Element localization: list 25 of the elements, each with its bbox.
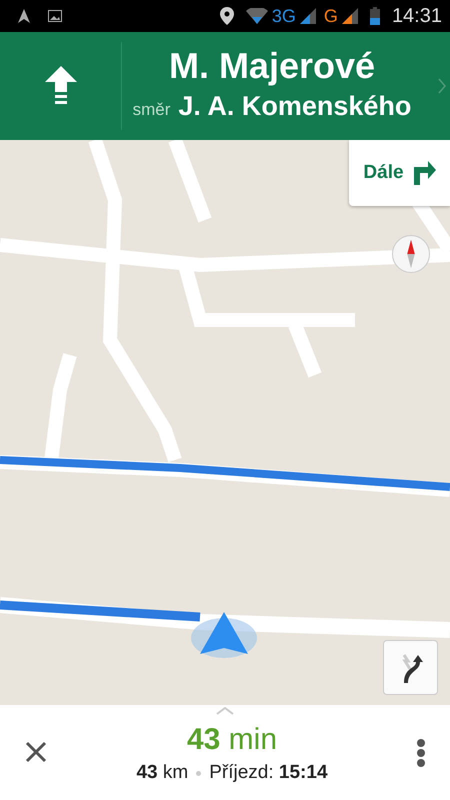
arrival-time: Příjezd: 15:14	[209, 761, 328, 786]
separator-dot	[196, 771, 202, 776]
network-type: 3G	[272, 4, 296, 28]
direction-label: směr	[132, 98, 170, 121]
trip-distance: 43 km	[136, 761, 188, 786]
close-button[interactable]	[24, 740, 48, 765]
right-turn-arrow-icon	[412, 161, 436, 185]
location-pin-icon	[220, 7, 234, 25]
street-name: M. Majerové	[168, 46, 376, 86]
signal-icon	[300, 8, 316, 24]
next-step-label: Dále	[363, 160, 404, 185]
network-type: G	[324, 4, 338, 28]
image-icon	[48, 10, 62, 22]
more-menu-button[interactable]	[416, 738, 426, 768]
battery-icon	[370, 7, 380, 25]
chevron-icon	[438, 78, 446, 94]
signal-icon	[342, 8, 358, 24]
straight-arrow-icon	[44, 66, 76, 106]
location-arrow-icon	[190, 610, 258, 660]
toward-street: J. A. Komenského	[178, 90, 412, 123]
navigation-icon	[16, 8, 32, 24]
route-options-button[interactable]	[383, 640, 438, 695]
clock-time: 14:31	[392, 4, 442, 29]
wifi-icon	[246, 8, 268, 24]
trip-duration: 43 min	[186, 725, 278, 756]
